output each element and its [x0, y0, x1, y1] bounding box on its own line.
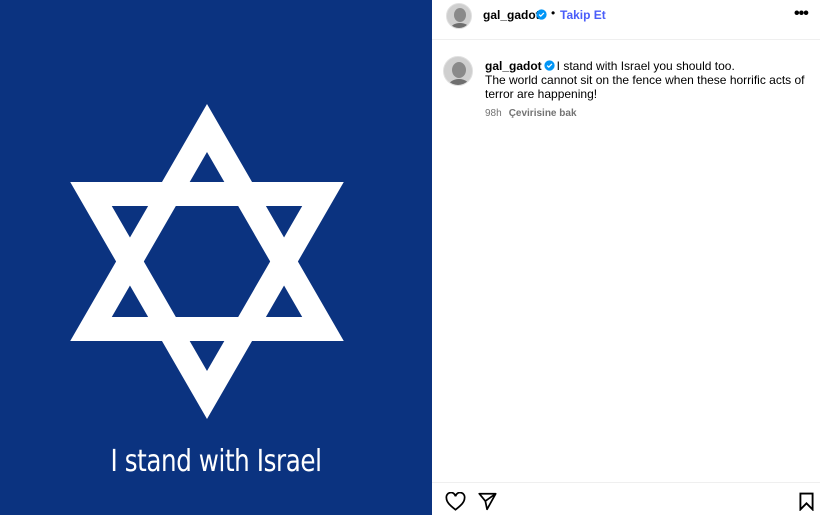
image-caption-text: I stand with Israel: [110, 444, 322, 479]
post-header: gal_gadot • Takip Et •••: [432, 0, 820, 40]
bookmark-icon[interactable]: [799, 492, 814, 511]
comment-line-1: I stand with Israel you should too.: [556, 59, 735, 73]
comment-line-2: The world cannot sit on the fence when t…: [485, 73, 805, 101]
more-options-icon[interactable]: •••: [794, 5, 809, 23]
verified-badge-icon: [536, 9, 547, 20]
post-image: I stand with Israel: [0, 0, 432, 515]
comment-text: gal_gadot I stand with Israel you should …: [485, 59, 815, 101]
username-link[interactable]: gal_gadot: [483, 8, 540, 22]
verified-badge-icon: [544, 60, 555, 71]
comment-meta: 98h Çevirisine bak: [485, 108, 577, 119]
star-of-david-icon: [70, 103, 344, 420]
avatar[interactable]: [446, 3, 472, 29]
separator-dot: •: [551, 6, 556, 20]
action-bar: [432, 482, 820, 515]
follow-button[interactable]: Takip Et: [560, 8, 606, 22]
comment-username[interactable]: gal_gadot: [485, 59, 542, 73]
avatar[interactable]: [443, 56, 473, 86]
timestamp: 98h: [485, 108, 502, 119]
send-icon[interactable]: [478, 492, 497, 511]
heart-icon[interactable]: [445, 492, 466, 511]
post-panel: gal_gadot • Takip Et ••• gal_gadot I stan…: [432, 0, 820, 515]
translate-link[interactable]: Çevirisine bak: [509, 108, 577, 119]
